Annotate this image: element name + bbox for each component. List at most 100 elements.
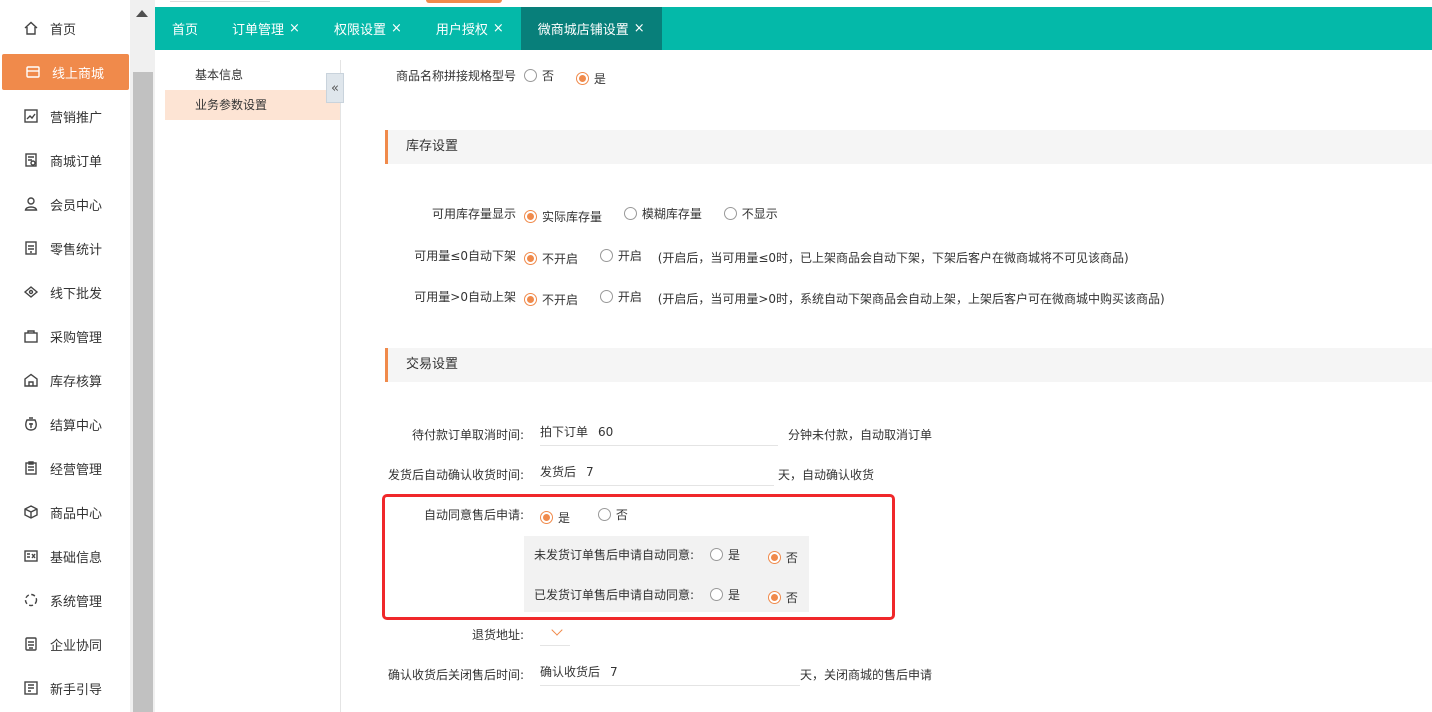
- tab-permission-settings[interactable]: 权限设置 ×: [317, 7, 419, 50]
- sidebar-item-cooperation[interactable]: 企业协同: [0, 626, 130, 662]
- sidebar-item-offline-wholesale[interactable]: 线下批发: [0, 274, 130, 310]
- sidebar-item-guide[interactable]: 新手引导: [0, 670, 130, 706]
- box-icon: [22, 503, 40, 521]
- home-icon: [22, 19, 40, 37]
- subnav-item-business-params[interactable]: 业务参数设置: [165, 90, 340, 120]
- radio-label: 模糊库存量: [641, 207, 702, 221]
- sidebar-item-marketing[interactable]: 营销推广: [0, 98, 130, 134]
- sidebar-item-label: 企业协同: [50, 638, 103, 654]
- sidebar-item-operations[interactable]: 经营管理: [0, 450, 130, 486]
- money-icon: [22, 415, 40, 433]
- sidebar-item-mall-orders[interactable]: 商城订单: [0, 142, 130, 178]
- close-after-sale-value: 7: [610, 664, 618, 679]
- radio-circle: [524, 69, 537, 82]
- sidebar-item-label: 经营管理: [50, 462, 103, 478]
- close-icon[interactable]: ×: [634, 21, 645, 36]
- stats-icon: [22, 239, 40, 257]
- sidebar-item-label: 系统管理: [50, 594, 103, 610]
- auto-on-shelf-options: 不开启 开启 (开启后，当可用量>0时，系统自动下架商品会自动上架，上架后客户可…: [524, 288, 1165, 308]
- radio-label: 实际库存量: [542, 210, 603, 224]
- tab-label: 首页: [172, 23, 199, 38]
- system-icon: [22, 591, 40, 609]
- guide-icon: [22, 679, 40, 697]
- sidebar-item-home[interactable]: 首页: [0, 10, 130, 46]
- stock-display-label: 可用库存量显示: [431, 207, 516, 221]
- radio-circle: [623, 207, 637, 220]
- product-name-spec-yes-radio[interactable]: 是: [575, 70, 606, 87]
- radio-label: 开启: [617, 249, 642, 263]
- sidebar-item-label: 商品中心: [50, 506, 103, 522]
- tab-order-management[interactable]: 订单管理 ×: [215, 7, 317, 50]
- sidebar-item-label: 零售统计: [50, 242, 103, 258]
- close-after-sale-input[interactable]: 确认收货后 7: [540, 658, 800, 686]
- sidebar-item-label: 营销推广: [50, 110, 103, 126]
- stock-display-actual-radio[interactable]: 实际库存量: [524, 208, 602, 225]
- return-address-label: 退货地址:: [471, 628, 524, 642]
- sidebar-item-system[interactable]: 系统管理: [0, 582, 130, 618]
- close-icon[interactable]: ×: [493, 21, 504, 36]
- scroll-up-arrow-icon[interactable]: [136, 10, 148, 17]
- sidebar-item-label: 采购管理: [50, 330, 103, 346]
- auto-on-shelf-disabled-radio[interactable]: 不开启: [524, 291, 578, 308]
- tab-bar: 首页 订单管理 × 权限设置 × 用户授权 × 微商城店铺设置 ×: [155, 7, 1432, 50]
- order-icon: [22, 151, 40, 169]
- sidebar-item-label: 线上商城: [52, 66, 105, 82]
- auto-confirm-input[interactable]: 发货后 7: [540, 458, 774, 486]
- close-icon[interactable]: ×: [289, 21, 300, 36]
- sidebar-item-label: 线下批发: [50, 286, 103, 302]
- sidebar-item-purchase[interactable]: 采购管理: [0, 318, 130, 354]
- cooperation-icon: [22, 635, 40, 653]
- sidebar-item-label: 会员中心: [50, 198, 103, 214]
- sidebar-item-label: 结算中心: [50, 418, 103, 434]
- radio-circle: [723, 207, 737, 220]
- cancel-unpaid-input[interactable]: 拍下订单 60: [540, 418, 778, 446]
- auto-off-shelf-note: (开启后，当可用量≤0时，已上架商品会自动下架，下架后客户在微商城将不可见该商品…: [657, 251, 1129, 265]
- auto-off-shelf-disabled-radio[interactable]: 不开启: [524, 250, 578, 267]
- chart-icon: [22, 107, 40, 125]
- radio-circle: [599, 249, 613, 262]
- sidebar-scrollbar-thumb[interactable]: [133, 72, 153, 712]
- close-after-sale-label: 确认收货后关闭售后时间:: [387, 668, 524, 682]
- sidebar-item-label: 基础信息: [50, 550, 103, 566]
- auto-confirm-prefix: 发货后: [540, 465, 577, 479]
- sidebar-item-label: 商城订单: [50, 154, 103, 170]
- close-after-sale-suffix: 天，关闭商城的售后申请: [800, 668, 933, 682]
- wholesale-icon: [22, 283, 40, 301]
- subnav-item-basic-info[interactable]: 基本信息: [165, 60, 340, 90]
- tab-home[interactable]: 首页: [155, 7, 215, 50]
- sidebar-item-inventory[interactable]: 库存核算: [0, 362, 130, 398]
- cancel-unpaid-value: 60: [598, 424, 614, 439]
- close-after-sale-prefix: 确认收货后: [540, 665, 601, 679]
- id-card-icon: [22, 547, 40, 565]
- radio-label: 不开启: [542, 252, 579, 266]
- stock-display-hidden-radio[interactable]: 不显示: [723, 205, 778, 222]
- radio-circle: [575, 72, 589, 85]
- store-icon: [24, 63, 42, 81]
- close-icon[interactable]: ×: [391, 21, 402, 36]
- top-search-edge: [170, 0, 270, 2]
- collapse-subnav-button[interactable]: «: [326, 73, 344, 103]
- sidebar-item-member-center[interactable]: 会员中心: [0, 186, 130, 222]
- sidebar-item-product-center[interactable]: 商品中心: [0, 494, 130, 530]
- sidebar-item-online-store[interactable]: 线上商城: [2, 54, 129, 90]
- sidebar-item-label: 库存核算: [50, 374, 103, 390]
- sidebar-item-basic-info[interactable]: 基础信息: [0, 538, 130, 574]
- tab-label: 订单管理: [232, 23, 285, 38]
- radio-circle: [599, 290, 613, 303]
- auto-confirm-value: 7: [586, 464, 594, 479]
- stock-display-fuzzy-radio[interactable]: 模糊库存量: [623, 205, 702, 222]
- tab-store-settings[interactable]: 微商城店铺设置 ×: [520, 7, 662, 50]
- sidebar-item-retail-stats[interactable]: 零售统计: [0, 230, 130, 266]
- product-name-spec-no-radio[interactable]: 否: [524, 67, 554, 84]
- auto-on-shelf-label: 可用量>0自动上架: [414, 290, 516, 304]
- auto-off-shelf-options: 不开启 开启 (开启后，当可用量≤0时，已上架商品会自动下架，下架后客户在微商城…: [524, 247, 1129, 267]
- auto-off-shelf-enabled-radio[interactable]: 开启: [599, 247, 642, 264]
- tab-label: 用户授权: [435, 23, 488, 38]
- warehouse-icon: [22, 371, 40, 389]
- product-name-spec-options: 否 是: [524, 67, 624, 87]
- stock-section-header: 库存设置: [385, 130, 1432, 164]
- sidebar-item-settlement[interactable]: 结算中心: [0, 406, 130, 442]
- cancel-unpaid-prefix: 拍下订单: [540, 425, 589, 439]
- auto-on-shelf-enabled-radio[interactable]: 开启: [599, 288, 642, 305]
- tab-user-authorization[interactable]: 用户授权 ×: [419, 7, 521, 50]
